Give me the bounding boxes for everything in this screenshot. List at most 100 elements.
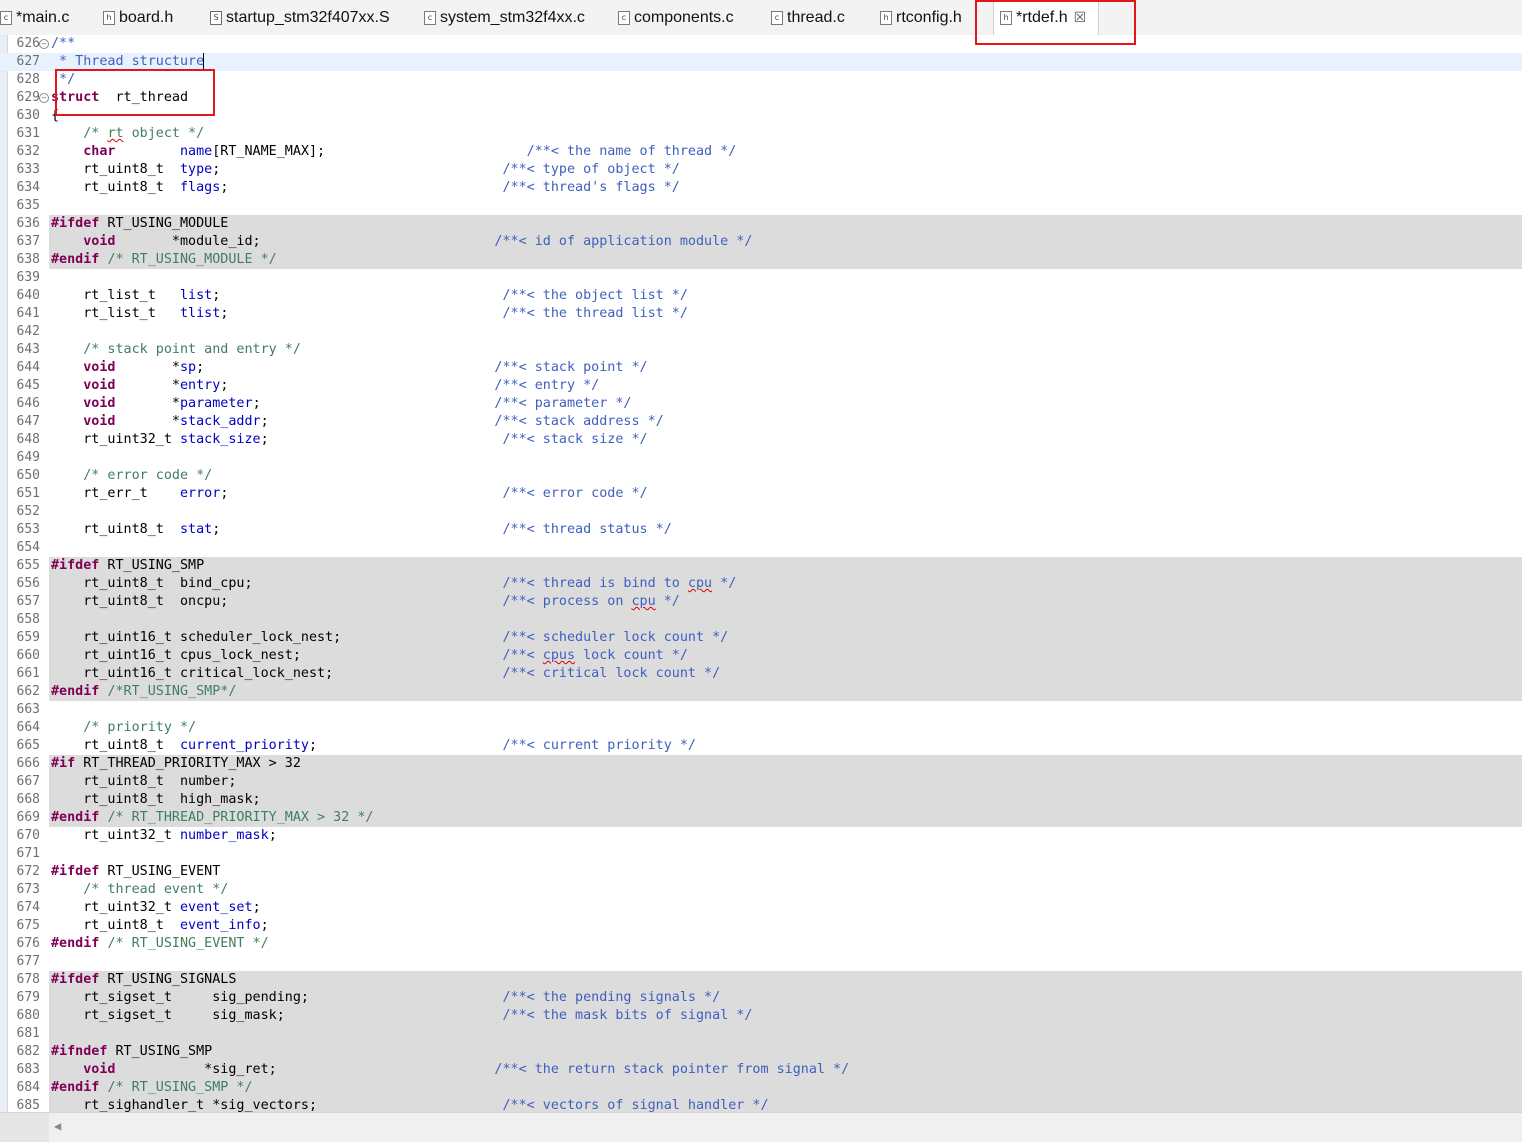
line-number: 683 <box>16 1062 40 1077</box>
code-line[interactable]: 659 rt_uint16_t scheduler_lock_nest; /**… <box>0 629 1522 647</box>
code-token: /* RT_USING_EVENT */ <box>107 936 269 951</box>
tab-components-c[interactable]: c components.c <box>618 0 734 35</box>
line-background <box>49 917 1522 935</box>
code-line[interactable]: 634 rt_uint8_t flags; /**< thread's flag… <box>0 179 1522 197</box>
code-line[interactable]: 662 #endif /*RT_USING_SMP*/ <box>0 683 1522 701</box>
code-token: rt_uint16_t cpus_lock_nest; <box>51 648 503 663</box>
code-line[interactable]: 664 /* priority */ <box>0 719 1522 737</box>
code-line[interactable]: 632 char name[RT_NAME_MAX]; /**< the nam… <box>0 143 1522 161</box>
code-line[interactable]: 639 <box>0 269 1522 287</box>
code-line[interactable]: 657 rt_uint8_t oncpu; /**< process on cp… <box>0 593 1522 611</box>
code-line[interactable]: 679 rt_sigset_t sig_pending; /**< the pe… <box>0 989 1522 1007</box>
code-line[interactable]: 647 void *stack_addr; /**< stack address… <box>0 413 1522 431</box>
code-token: /**< vectors of signal handler */ <box>502 1098 769 1112</box>
code-line[interactable]: 655 #ifdef RT_USING_SMP <box>0 557 1522 575</box>
code-line[interactable]: 641 rt_list_t tlist; /**< the thread lis… <box>0 305 1522 323</box>
code-line[interactable]: 630{ <box>0 107 1522 125</box>
code-line[interactable]: 675 rt_uint8_t event_info; <box>0 917 1522 935</box>
code-line[interactable]: 646 void *parameter; /**< parameter */ <box>0 395 1522 413</box>
code-line[interactable]: 643 /* stack point and entry */ <box>0 341 1522 359</box>
code-line[interactable]: 656 rt_uint8_t bind_cpu; /**< thread is … <box>0 575 1522 593</box>
code-line[interactable]: 649 <box>0 449 1522 467</box>
code-line[interactable]: 633 rt_uint8_t type; /**< type of object… <box>0 161 1522 179</box>
code-token: parameter <box>180 396 253 411</box>
code-line[interactable]: 684 #endif /* RT_USING_SMP */ <box>0 1079 1522 1097</box>
code-token: ; <box>212 522 503 537</box>
code-editor[interactable]: 626−/** 627 * Thread structure 628 */629− s… <box>0 35 1522 1112</box>
code-line[interactable]: 678 #ifdef RT_USING_SIGNALS <box>0 971 1522 989</box>
line-background <box>49 539 1522 557</box>
code-line[interactable]: 631 /* rt object */ <box>0 125 1522 143</box>
code-line[interactable]: 629− struct rt_thread <box>0 89 1522 107</box>
code-text: /* thread event */ <box>51 881 228 899</box>
code-line[interactable]: 676 #endif /* RT_USING_EVENT */ <box>0 935 1522 953</box>
code-line[interactable]: 640 rt_list_t list; /**< the object list… <box>0 287 1522 305</box>
code-line[interactable]: 650 /* error code */ <box>0 467 1522 485</box>
code-line[interactable]: 669 #endif /* RT_THREAD_PRIORITY_MAX > 32… <box>0 809 1522 827</box>
code-line[interactable]: 681 <box>0 1025 1522 1043</box>
code-line[interactable]: 637 void *module_id; /**< id of applicat… <box>0 233 1522 251</box>
code-line[interactable]: 644 void *sp; /**< stack point */ <box>0 359 1522 377</box>
code-line[interactable]: 642 <box>0 323 1522 341</box>
code-line[interactable]: 682 #ifndef RT_USING_SMP <box>0 1043 1522 1061</box>
code-line[interactable]: 683 void *sig_ret; /**< the return stack… <box>0 1061 1522 1079</box>
code-line[interactable]: 685 rt_sighandler_t *sig_vectors; /**< v… <box>0 1097 1522 1112</box>
code-line[interactable]: 626−/** <box>0 35 1522 53</box>
tab-system-c[interactable]: c system_stm32f4xx.c <box>424 0 585 35</box>
code-token: #endif <box>51 684 100 699</box>
line-background <box>49 35 1522 53</box>
code-line[interactable]: 651 rt_err_t error; /**< error code */ <box>0 485 1522 503</box>
scroll-left-icon[interactable]: ◀ <box>54 1119 61 1133</box>
code-line[interactable]: 628 */ <box>0 71 1522 89</box>
code-line[interactable]: 668 rt_uint8_t high_mask; <box>0 791 1522 809</box>
code-line[interactable]: 660 rt_uint16_t cpus_lock_nest; /**< cpu… <box>0 647 1522 665</box>
code-line[interactable]: 654 <box>0 539 1522 557</box>
fold-collapse-icon[interactable]: − <box>39 39 49 49</box>
code-token: lock count */ <box>575 648 688 663</box>
code-text: #endif /*RT_USING_SMP*/ <box>51 683 236 701</box>
tab-board-h[interactable]: h board.h <box>103 0 173 35</box>
line-number: 643 <box>16 342 40 357</box>
code-line[interactable]: 627 * Thread structure <box>0 53 1522 71</box>
fold-collapse-icon[interactable]: − <box>39 93 49 103</box>
tab-rtconfig-h[interactable]: h rtconfig.h <box>880 0 962 35</box>
code-token: /* RT_THREAD_PRIORITY_MAX > 32 */ <box>107 810 374 825</box>
code-line[interactable]: 671 <box>0 845 1522 863</box>
code-line[interactable]: 673 /* thread event */ <box>0 881 1522 899</box>
code-line[interactable]: 658 <box>0 611 1522 629</box>
code-text: /* rt object */ <box>51 125 204 143</box>
tab-label: components.c <box>634 8 734 26</box>
tab-main-c[interactable]: c *main.c <box>0 0 69 35</box>
code-line[interactable]: 667 rt_uint8_t number; <box>0 773 1522 791</box>
code-line[interactable]: 638 #endif /* RT_USING_MODULE */ <box>0 251 1522 269</box>
code-line[interactable]: 648 rt_uint32_t stack_size; /**< stack s… <box>0 431 1522 449</box>
line-number: 670 <box>16 828 40 843</box>
code-line[interactable]: 670 rt_uint32_t number_mask; <box>0 827 1522 845</box>
code-line[interactable]: 674 rt_uint32_t event_set; <box>0 899 1522 917</box>
code-line[interactable]: 677 <box>0 953 1522 971</box>
code-token: name <box>180 144 213 159</box>
tab-thread-c[interactable]: c thread.c <box>771 0 845 35</box>
code-line[interactable]: 663 <box>0 701 1522 719</box>
code-token: [RT_NAME_MAX]; <box>212 144 527 159</box>
line-background <box>49 269 1522 287</box>
code-line[interactable]: 666 #if RT_THREAD_PRIORITY_MAX > 32 <box>0 755 1522 773</box>
inactive-code-background <box>49 1025 1522 1043</box>
code-line[interactable]: 645 void *entry; /**< entry */ <box>0 377 1522 395</box>
code-line[interactable]: 636 #ifdef RT_USING_MODULE <box>0 215 1522 233</box>
tab-startup-s[interactable]: Sstartup_stm32f407xx.S <box>210 0 390 35</box>
code-token: error <box>180 486 221 501</box>
code-line[interactable]: 665 rt_uint8_t current_priority; /**< cu… <box>0 737 1522 755</box>
code-line[interactable]: 653 rt_uint8_t stat; /**< thread status … <box>0 521 1522 539</box>
horizontal-scrollbar[interactable]: ◀ <box>0 1112 1522 1142</box>
inactive-code-background <box>49 1043 1522 1061</box>
code-line[interactable]: 661 rt_uint16_t critical_lock_nest; /**<… <box>0 665 1522 683</box>
code-token: void <box>83 396 116 411</box>
code-line[interactable]: 672 #ifdef RT_USING_EVENT <box>0 863 1522 881</box>
code-line[interactable]: 635 <box>0 197 1522 215</box>
code-line[interactable]: 652 <box>0 503 1522 521</box>
code-line[interactable]: 680 rt_sigset_t sig_mask; /**< the mask … <box>0 1007 1522 1025</box>
